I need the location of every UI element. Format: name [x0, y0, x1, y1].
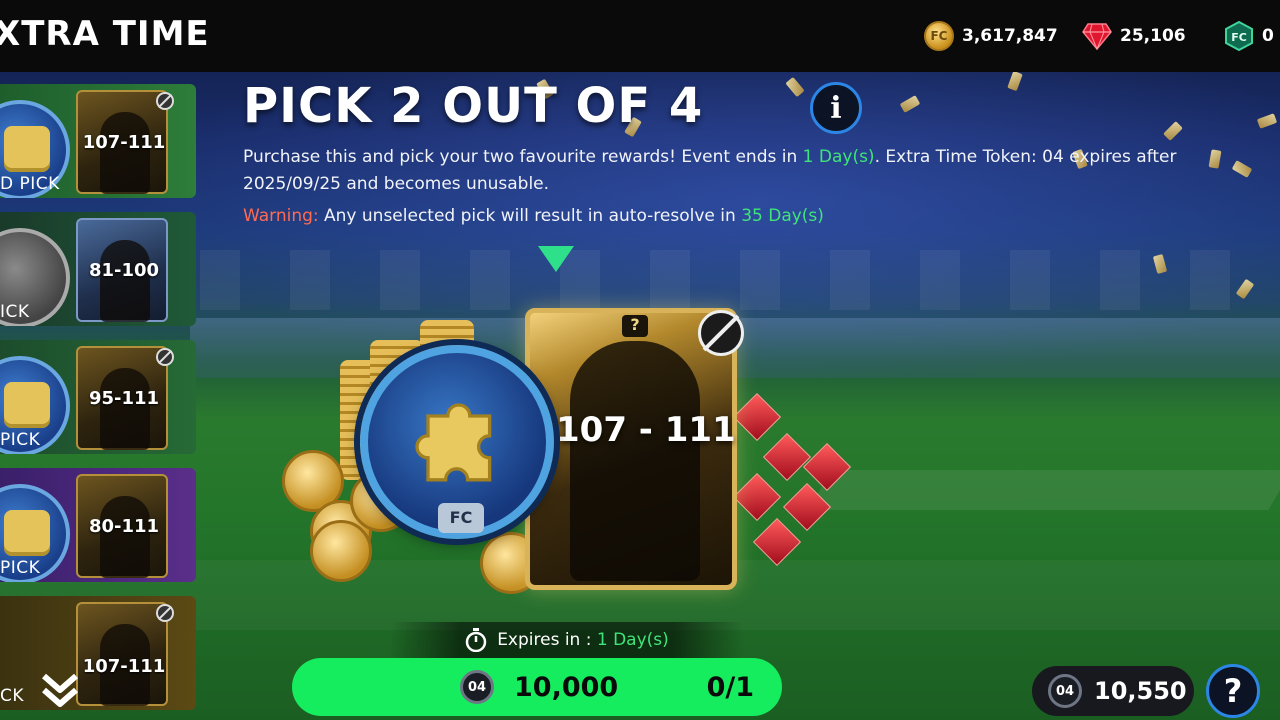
fc-points-gem-icon	[1082, 22, 1112, 51]
puzzle-medal-icon: FC	[360, 345, 554, 539]
untradeable-icon	[698, 310, 744, 356]
double-chevron-down-icon	[42, 673, 78, 707]
warning-text: Warning: Any unselected pick will result…	[243, 203, 824, 230]
info-icon: i	[830, 90, 842, 126]
coin-icon	[310, 520, 372, 582]
description-text: Purchase this and pick your two favourit…	[243, 147, 803, 167]
sidebar-item-offer-5[interactable]: 107-111 CK	[0, 596, 196, 710]
untradeable-icon	[156, 604, 174, 622]
purchase-price: 10,000	[514, 671, 619, 703]
sidebar-item-label: PICK	[0, 558, 41, 578]
expiry-timer: Expires in : 1 Day(s)	[390, 622, 744, 658]
token-balance-value: 10,550	[1094, 677, 1187, 705]
token-value: 0	[1262, 26, 1274, 46]
fc-token-icon: FC	[1224, 20, 1254, 52]
purchase-count: 0/1	[706, 671, 754, 703]
sidebar-item-offer-2[interactable]: 81-100 ICK	[0, 212, 196, 326]
auto-resolve-days: 35 Day(s)	[741, 206, 824, 226]
fc-coin-icon: FC	[924, 21, 954, 51]
help-button[interactable]: ?	[1206, 664, 1260, 718]
coins-balance[interactable]: FC 3,617,847	[924, 20, 1058, 52]
page-title: XTRA TIME	[0, 14, 210, 54]
sidebar-item-offer-1[interactable]: 107-111 D PICK	[0, 84, 196, 198]
points-balance[interactable]: 25,106	[1082, 20, 1186, 52]
warning-message: Any unselected pick will result in auto-…	[318, 206, 742, 226]
token-balance-pill: 04 10,550	[1032, 666, 1194, 716]
extra-time-token-icon: 04	[1048, 674, 1082, 708]
event-end-days: 1 Day(s)	[802, 147, 875, 167]
player-silhouette	[570, 341, 700, 581]
sidebar-item-label: D PICK	[0, 174, 60, 194]
sidebar-item-range: 81-100	[88, 260, 160, 281]
untradeable-icon	[156, 92, 174, 110]
top-bar: XTRA TIME FC 3,617,847 25,106 FC 0	[0, 0, 1280, 72]
sidebar-item-range: 107-111	[82, 656, 166, 677]
token-balance[interactable]: FC 0	[1224, 20, 1274, 52]
mystery-badge: ?	[622, 315, 648, 337]
warning-label: Warning:	[243, 206, 319, 226]
selection-pointer-icon	[538, 246, 574, 272]
sidebar-item-offer-4[interactable]: 80-111 PICK	[0, 468, 196, 582]
scroll-down-button[interactable]	[38, 668, 82, 712]
sidebar-item-label: PICK	[0, 430, 41, 450]
offer-headline: PICK 2 OUT OF 4	[243, 78, 704, 134]
player-rating-range: 107 - 111	[556, 410, 736, 450]
fc-badge: FC	[438, 503, 484, 533]
sidebar-item-range: 107-111	[82, 132, 166, 153]
sidebar-item-range: 95-111	[88, 388, 160, 409]
sidebar-item-range: 80-111	[88, 516, 160, 537]
info-button[interactable]: i	[810, 82, 862, 134]
untradeable-icon	[156, 348, 174, 366]
stopwatch-icon	[465, 628, 487, 652]
extra-time-token-icon: 04	[460, 670, 494, 704]
purchase-button[interactable]: 04 10,000 0/1	[292, 658, 782, 716]
svg-text:FC: FC	[1231, 31, 1247, 44]
expiry-label: Expires in :	[497, 630, 597, 650]
question-mark-icon: ?	[1223, 672, 1243, 710]
sidebar-item-offer-3[interactable]: 95-111 PICK	[0, 340, 196, 454]
points-value: 25,106	[1120, 26, 1186, 46]
puzzle-piece-icon	[415, 403, 492, 482]
offer-description: Purchase this and pick your two favourit…	[243, 144, 1233, 198]
sidebar-item-label: CK	[0, 686, 25, 706]
reward-preview[interactable]: ? 107 - 111 FC	[270, 300, 860, 600]
coins-value: 3,617,847	[962, 26, 1058, 46]
expiry-value: 1 Day(s)	[596, 630, 669, 650]
sidebar-item-label: ICK	[0, 302, 30, 322]
